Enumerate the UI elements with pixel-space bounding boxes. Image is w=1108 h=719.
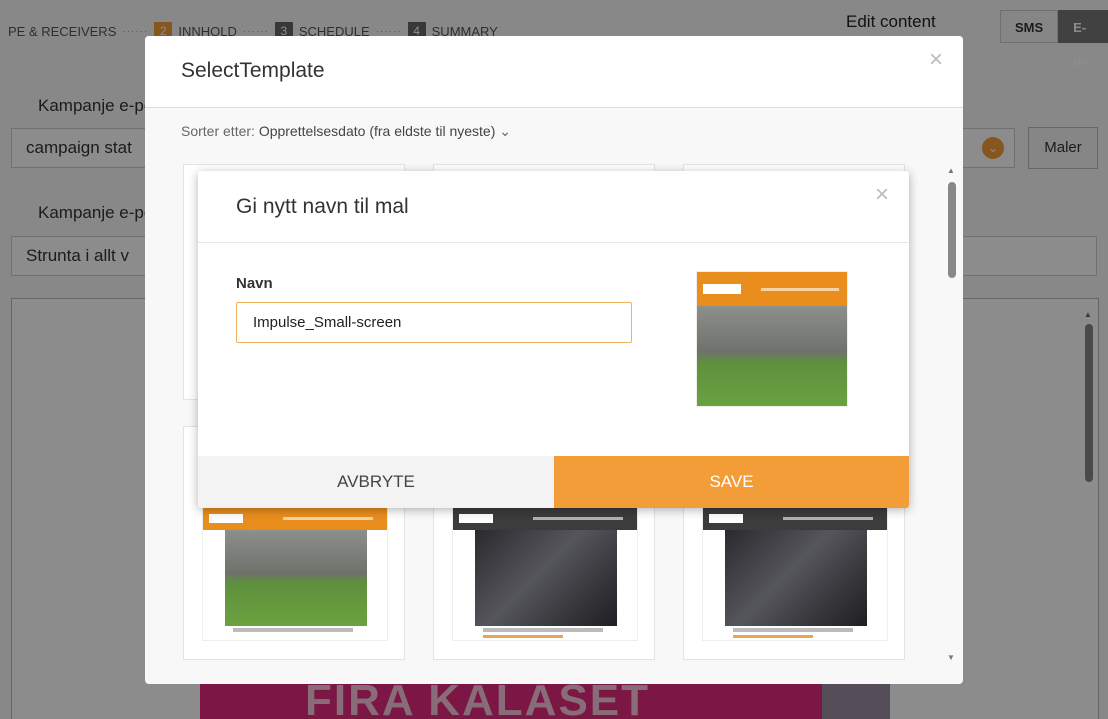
save-button[interactable]: SAVE (554, 456, 909, 508)
template-name-input[interactable] (236, 302, 632, 343)
template-menu (783, 517, 873, 520)
sort-control[interactable]: Sorter etter: Opprettelsesdato (fra elds… (181, 123, 511, 140)
template-caption (233, 628, 353, 632)
sort-value[interactable]: Opprettelsesdato (fra eldste til nyeste) (259, 123, 496, 139)
wellness-logo (709, 514, 743, 523)
name-field-label: Navn (236, 275, 273, 292)
template-photo (225, 530, 367, 626)
template-thumbnail (452, 507, 638, 641)
scroll-down-icon[interactable]: ▼ (947, 653, 955, 662)
dialog-button-row: AVBRYTE SAVE (198, 456, 909, 508)
template-photo (725, 530, 867, 626)
scroll-up-icon[interactable]: ▲ (947, 166, 955, 175)
rename-dialog-header: Gi nytt navn til mal × (198, 171, 909, 243)
rename-dialog-title: Gi nytt navn til mal (236, 195, 409, 218)
cancel-button[interactable]: AVBRYTE (198, 456, 554, 508)
template-header-bar (703, 508, 887, 530)
template-header-bar (697, 272, 847, 306)
template-caption-link (733, 635, 813, 638)
template-header-bar (453, 508, 637, 530)
scrollbar-thumb[interactable] (948, 182, 956, 278)
template-caption (483, 628, 603, 632)
template-photo (475, 530, 617, 626)
template-menu (533, 517, 623, 520)
rename-template-dialog: Gi nytt navn til mal × Navn AVBRYTE SAVE (198, 171, 909, 508)
template-menu (283, 517, 373, 520)
close-icon[interactable]: × (875, 181, 889, 209)
template-thumbnail (702, 507, 888, 641)
impulse-logo (209, 514, 243, 523)
template-menu (761, 288, 839, 291)
select-template-header: SelectTemplate × (145, 36, 963, 108)
template-header-bar (203, 508, 387, 530)
template-preview-thumbnail (696, 271, 848, 407)
close-icon[interactable]: × (929, 46, 943, 74)
template-caption-link (483, 635, 563, 638)
impulse-logo (703, 284, 741, 294)
template-caption (733, 628, 853, 632)
select-template-title: SelectTemplate (181, 59, 325, 82)
sort-label: Sorter etter: (181, 123, 255, 139)
template-list-scrollbar[interactable]: ▲ ▼ (945, 164, 959, 662)
template-thumbnail (202, 507, 388, 641)
chevron-down-icon[interactable]: ⌄ (499, 123, 511, 139)
wellness-logo (459, 514, 493, 523)
template-photo (697, 306, 847, 406)
